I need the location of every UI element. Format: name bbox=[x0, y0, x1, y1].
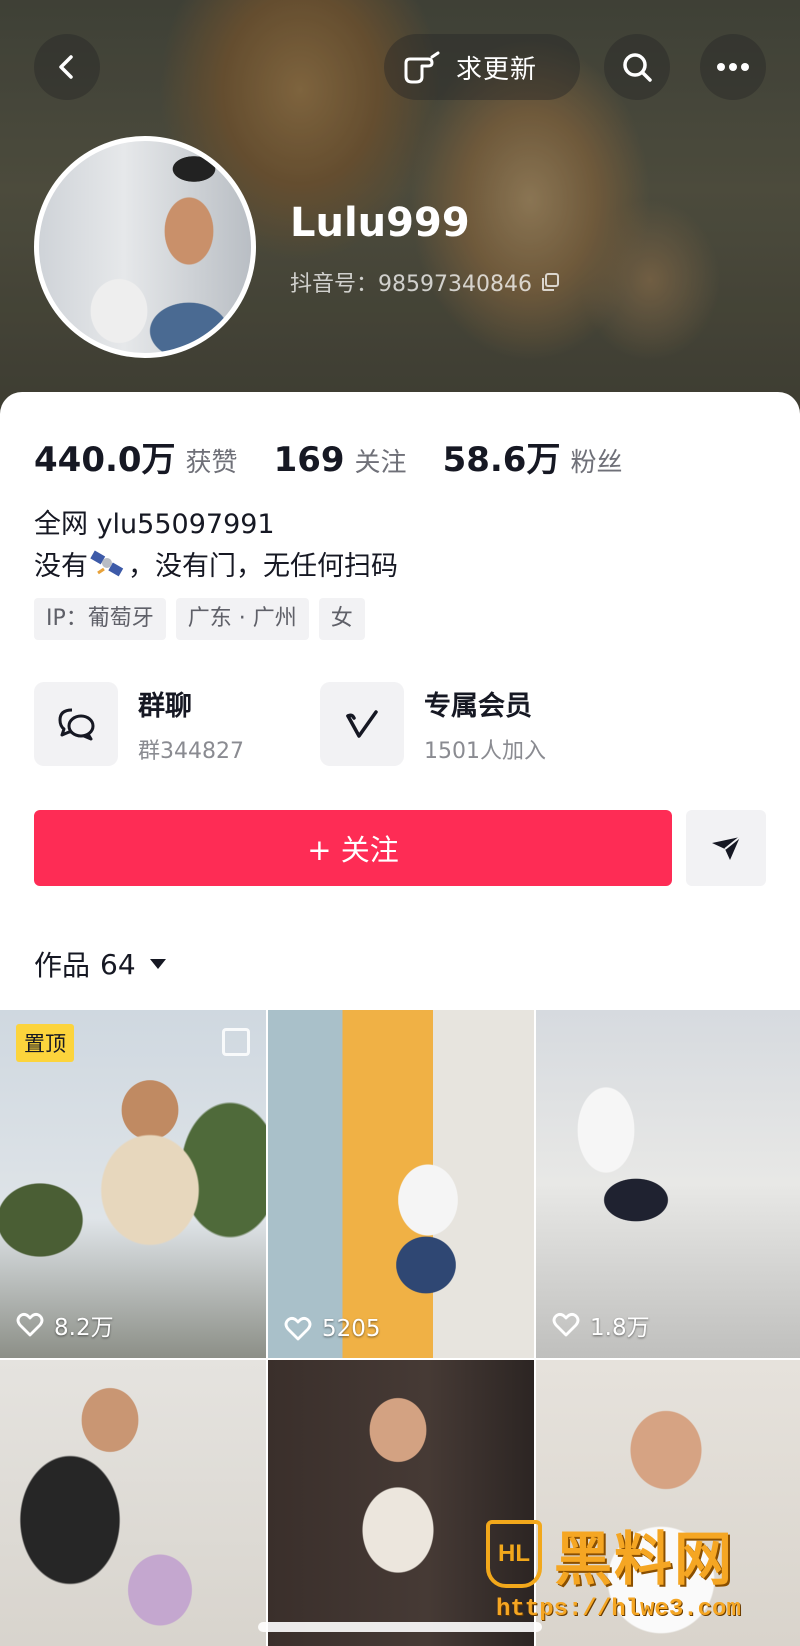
request-update-label: 求更新 bbox=[456, 54, 538, 85]
request-update-button[interactable]: 求更新 bbox=[384, 34, 580, 100]
likes-count[interactable]: 440.0万 bbox=[34, 432, 176, 481]
username: Lulu999 bbox=[290, 200, 470, 246]
video-thumbnail[interactable]: 1.8万 bbox=[536, 1010, 800, 1358]
search-button[interactable] bbox=[604, 34, 670, 100]
bio-line-2-end: ，没有门，无任何扫码 bbox=[128, 551, 398, 582]
followers-label[interactable]: 粉丝 bbox=[570, 442, 622, 479]
group-chat-icon-box bbox=[34, 682, 118, 766]
works-tab[interactable]: 作品 64 bbox=[34, 944, 166, 984]
following-label[interactable]: 关注 bbox=[355, 442, 407, 479]
video-likes: 1.8万 bbox=[552, 1308, 650, 1342]
video-likes: 5205 bbox=[284, 1316, 381, 1342]
share-button[interactable] bbox=[686, 810, 766, 886]
watermark-url: https://hlwe3.com bbox=[496, 1596, 741, 1623]
member-count: 1501人加入 bbox=[424, 738, 546, 764]
more-button[interactable] bbox=[700, 34, 766, 100]
member-icon-box bbox=[320, 682, 404, 766]
douyin-id[interactable]: 抖音号：98597340846 bbox=[290, 266, 560, 298]
likes-count-text: 8.2万 bbox=[54, 1315, 114, 1341]
bio-line-2: 没有 ，没有门，无任何扫码 bbox=[34, 544, 398, 583]
likes-count-text: 5205 bbox=[322, 1316, 381, 1342]
chevron-left-icon bbox=[59, 55, 73, 79]
likes-count-text: 1.8万 bbox=[590, 1315, 650, 1341]
chat-bubbles-icon bbox=[58, 708, 95, 741]
member-title: 专属会员 bbox=[424, 690, 532, 722]
multi-image-icon bbox=[222, 1028, 250, 1056]
copy-icon[interactable] bbox=[540, 272, 560, 292]
works-label: 作品 bbox=[34, 949, 91, 982]
video-thumbnail[interactable]: 5205 bbox=[268, 1010, 534, 1358]
back-button[interactable] bbox=[34, 34, 100, 100]
follow-button[interactable]: + 关注 bbox=[34, 810, 672, 886]
region-tag: 广东 · 广州 bbox=[175, 598, 309, 640]
likes-label[interactable]: 获赞 bbox=[186, 442, 238, 479]
pinned-badge: 置顶 bbox=[16, 1024, 74, 1062]
video-thumbnail[interactable]: 置顶 8.2万 bbox=[0, 1010, 266, 1358]
bio-line-2-start: 没有 bbox=[34, 551, 88, 582]
pointing-hand-icon bbox=[404, 51, 440, 84]
following-count[interactable]: 169 bbox=[274, 440, 345, 480]
watermark-logo: HL bbox=[486, 1520, 542, 1588]
heart-icon bbox=[284, 1317, 312, 1341]
heart-icon bbox=[16, 1313, 44, 1337]
member-v-icon bbox=[346, 710, 378, 738]
heart-icon bbox=[552, 1313, 580, 1337]
bio-line-1: 全网 ylu55097991 bbox=[34, 509, 275, 540]
exclusive-member-entry[interactable]: 专属会员 1501人加入 bbox=[320, 682, 546, 766]
works-count: 64 bbox=[100, 947, 136, 981]
stats-row: 440.0万 获赞 169 关注 58.6万 粉丝 bbox=[34, 432, 658, 481]
ip-location-tag: IP：葡萄牙 bbox=[34, 598, 166, 640]
more-dots-icon bbox=[717, 63, 749, 71]
satellite-emoji-icon bbox=[90, 550, 124, 576]
caret-down-icon bbox=[149, 959, 166, 969]
tags-row: IP：葡萄牙 广东 · 广州 女 bbox=[34, 598, 365, 640]
video-thumbnail[interactable] bbox=[0, 1360, 266, 1646]
avatar[interactable] bbox=[34, 136, 256, 358]
send-icon bbox=[712, 836, 741, 860]
followers-count[interactable]: 58.6万 bbox=[443, 432, 561, 481]
watermark-title: 黑料网 bbox=[554, 1525, 735, 1593]
home-indicator[interactable] bbox=[258, 1622, 542, 1632]
gender-tag: 女 bbox=[318, 598, 365, 640]
video-likes: 8.2万 bbox=[16, 1308, 114, 1342]
group-chat-id: 群344827 bbox=[138, 738, 244, 764]
group-chat-title: 群聊 bbox=[138, 690, 192, 722]
douyin-id-text: 抖音号：98597340846 bbox=[290, 272, 532, 297]
group-chat-entry[interactable]: 群聊 群344827 bbox=[34, 682, 244, 766]
search-icon bbox=[623, 53, 652, 82]
